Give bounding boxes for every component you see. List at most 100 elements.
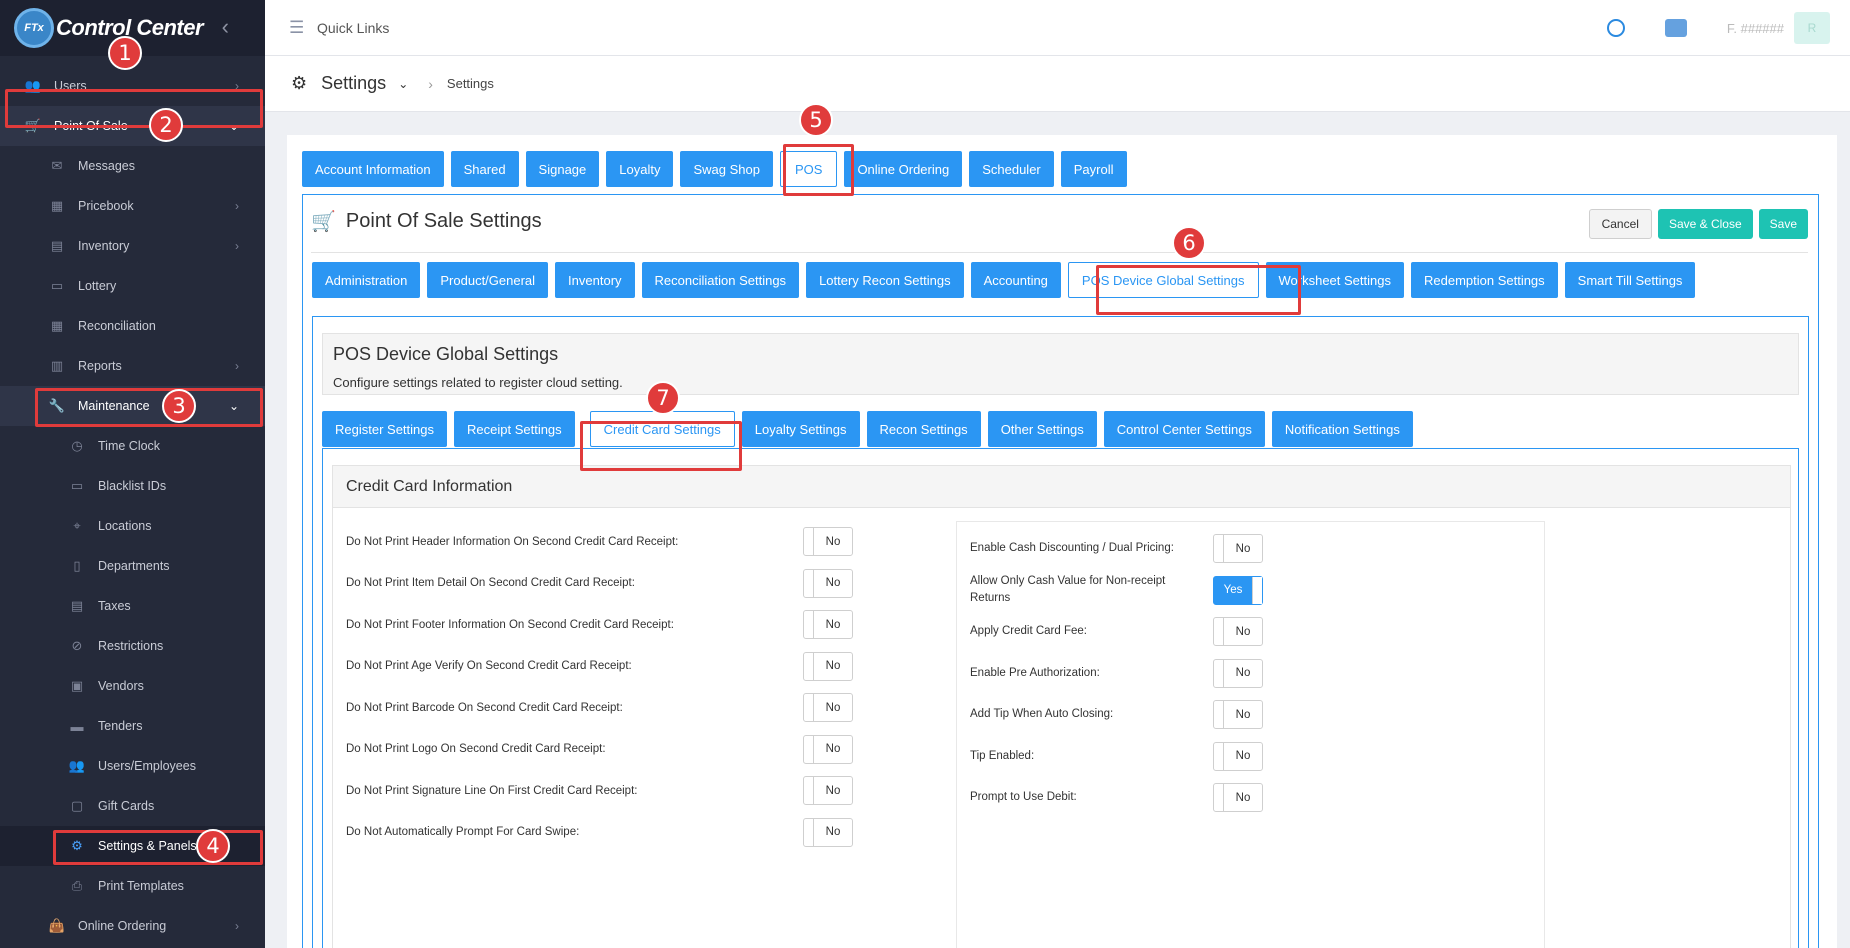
sidebar-item-tenders[interactable]: ▬ Tenders — [0, 706, 265, 746]
tab-shared[interactable]: Shared — [450, 151, 519, 187]
tab-accounting[interactable]: Accounting — [970, 262, 1061, 298]
toggle-switch[interactable]: No — [803, 610, 853, 640]
setting-label: Enable Cash Discounting / Dual Pricing: — [970, 542, 1174, 555]
setting-label: Do Not Print Header Information On Secon… — [346, 535, 679, 548]
shopping-bag-icon: 👜 — [48, 918, 66, 933]
sidebar-item-vendors[interactable]: ▣ Vendors — [0, 666, 265, 706]
users-icon: 👥 — [24, 78, 42, 93]
toggle-switch[interactable]: No — [803, 734, 853, 764]
tab-pos[interactable]: POS — [779, 151, 838, 187]
chevron-down-icon[interactable]: ⌄ — [398, 77, 408, 91]
breadcrumb-current: Settings — [446, 76, 494, 91]
sidebar-item-blacklist-ids[interactable]: ▭ Blacklist IDs — [0, 466, 265, 506]
ban-icon: ⊘ — [71, 638, 83, 653]
toggle-switch[interactable]: No — [1213, 783, 1263, 813]
sidebar-item-taxes[interactable]: ▤ Taxes — [0, 586, 265, 626]
sidebar-item-users[interactable]: 👥 Users › — [0, 66, 265, 106]
sidebar-item-label: Vendors — [98, 679, 144, 693]
tab-receipt-settings[interactable]: Receipt Settings — [454, 411, 575, 447]
sidebar-item-time-clock[interactable]: ◷ Time Clock — [0, 426, 265, 466]
setting-row: Do Not Automatically Prompt For Card Swi… — [346, 812, 946, 854]
toggle-switch[interactable]: No — [1213, 741, 1263, 771]
toggle-switch[interactable]: No — [803, 527, 853, 557]
chevron-right-icon: › — [235, 199, 239, 213]
setting-label: Add Tip When Auto Closing: — [970, 708, 1114, 721]
sidebar-item-label: Time Clock — [98, 439, 161, 453]
sidebar-item-pricebook[interactable]: ▦ Pricebook › — [0, 186, 265, 226]
sidebar-item-reconciliation[interactable]: ▦ Reconciliation — [0, 306, 265, 346]
page-title[interactable]: Settings — [321, 73, 386, 94]
toggle-switch[interactable]: No — [1213, 700, 1263, 730]
toggle-switch[interactable]: No — [803, 776, 853, 806]
toggle-value: No — [1235, 625, 1251, 638]
tab-redemption-settings[interactable]: Redemption Settings — [1410, 262, 1558, 298]
tab-signage[interactable]: Signage — [525, 151, 600, 187]
tab-loyalty[interactable]: Loyalty — [606, 151, 674, 187]
sidebar-item-lottery[interactable]: ▭ Lottery — [0, 266, 265, 306]
save-close-button[interactable]: Save & Close — [1657, 209, 1753, 239]
setting-row: Apply Credit Card Fee: No — [957, 611, 1544, 653]
sidebar-item-print-templates[interactable]: ⎙ Print Templates — [0, 866, 265, 906]
toggle-value: No — [825, 535, 841, 548]
sidebar-item-reports[interactable]: ▥ Reports › — [0, 346, 265, 386]
toggle-switch[interactable]: No — [803, 817, 853, 847]
setting-row: Add Tip When Auto Closing: No — [957, 694, 1544, 736]
sidebar-item-gift-cards[interactable]: ▢ Gift Cards — [0, 786, 265, 826]
tab-loyalty-settings[interactable]: Loyalty Settings — [741, 411, 860, 447]
quick-links-icon[interactable]: ☰ — [289, 18, 307, 38]
sidebar-item-users-employees[interactable]: 👥 Users/Employees — [0, 746, 265, 786]
sidebar-item-restrictions[interactable]: ⊘ Restrictions — [0, 626, 265, 666]
tab-control-center-settings[interactable]: Control Center Settings — [1103, 411, 1265, 447]
tab-notification-settings[interactable]: Notification Settings — [1271, 411, 1413, 447]
tab-scheduler[interactable]: Scheduler — [969, 151, 1054, 187]
chevron-right-icon: › — [235, 79, 239, 93]
tab-online-ordering[interactable]: Online Ordering — [844, 151, 963, 187]
tab-credit-card-settings[interactable]: Credit Card Settings — [589, 411, 735, 447]
toggle-switch[interactable]: No — [803, 693, 853, 723]
avatar[interactable]: R — [1794, 12, 1830, 44]
tab-inventory[interactable]: Inventory — [555, 262, 635, 298]
setting-label: Do Not Print Item Detail On Second Credi… — [346, 577, 635, 590]
chat-icon[interactable] — [1664, 19, 1687, 37]
tab-smart-till-settings[interactable]: Smart Till Settings — [1564, 262, 1696, 298]
toggle-switch[interactable]: Yes — [1213, 575, 1263, 605]
sidebar-item-maintenance[interactable]: 🔧 Maintenance ⌄ — [0, 386, 265, 426]
cancel-button[interactable]: Cancel — [1588, 209, 1652, 239]
tab-product-general[interactable]: Product/General — [427, 262, 549, 298]
gear-icon: ⚙ — [291, 73, 308, 93]
sidebar-item-label: Lottery — [78, 279, 117, 293]
save-button[interactable]: Save — [1758, 209, 1808, 239]
tab-recon-settings[interactable]: Recon Settings — [866, 411, 981, 447]
setting-label: Do Not Print Age Verify On Second Credit… — [346, 660, 632, 673]
sidebar-item-messages[interactable]: ✉ Messages — [0, 146, 265, 186]
sidebar-item-point-of-sale[interactable]: 🛒 Point Of Sale ⌄ — [0, 106, 265, 146]
pos-settings-header: 🛒 Point Of Sale Settings — [311, 209, 542, 234]
cart-icon: 🛒 — [311, 211, 336, 233]
tab-payroll[interactable]: Payroll — [1060, 151, 1127, 187]
toggle-switch[interactable]: No — [803, 568, 853, 598]
tab-register-settings[interactable]: Register Settings — [322, 411, 447, 447]
collapse-sidebar-icon[interactable]: ‹ — [222, 14, 229, 40]
tab-administration[interactable]: Administration — [312, 262, 421, 298]
map-pin-icon: ⌖ — [73, 518, 81, 533]
sidebar-item-departments[interactable]: ▯ Departments — [0, 546, 265, 586]
setting-label: Tip Enabled: — [970, 749, 1035, 762]
toggle-switch[interactable]: No — [1213, 658, 1263, 688]
tab-worksheet-settings[interactable]: Worksheet Settings — [1265, 262, 1404, 298]
sidebar-item-inventory[interactable]: ▤ Inventory › — [0, 226, 265, 266]
toggle-switch[interactable]: No — [1213, 534, 1263, 564]
sidebar-item-online-ordering[interactable]: 👜 Online Ordering › — [0, 906, 265, 946]
tab-account-information[interactable]: Account Information — [302, 151, 444, 187]
tab-other-settings[interactable]: Other Settings — [987, 411, 1097, 447]
toggle-switch[interactable]: No — [1213, 617, 1263, 647]
toggle-switch[interactable]: No — [803, 651, 853, 681]
user-name[interactable]: F. ###### — [1727, 21, 1784, 36]
tab-pos-device-global-settings[interactable]: POS Device Global Settings — [1067, 262, 1259, 298]
setting-label: Do Not Automatically Prompt For Card Swi… — [346, 826, 580, 839]
tab-lottery-recon-settings[interactable]: Lottery Recon Settings — [806, 262, 964, 298]
sidebar-item-locations[interactable]: ⌖ Locations — [0, 506, 265, 546]
search-icon[interactable] — [1606, 19, 1625, 37]
tab-swag-shop[interactable]: Swag Shop — [680, 151, 773, 187]
tab-reconciliation-settings[interactable]: Reconciliation Settings — [641, 262, 800, 298]
quick-links-label[interactable]: Quick Links — [317, 20, 389, 36]
